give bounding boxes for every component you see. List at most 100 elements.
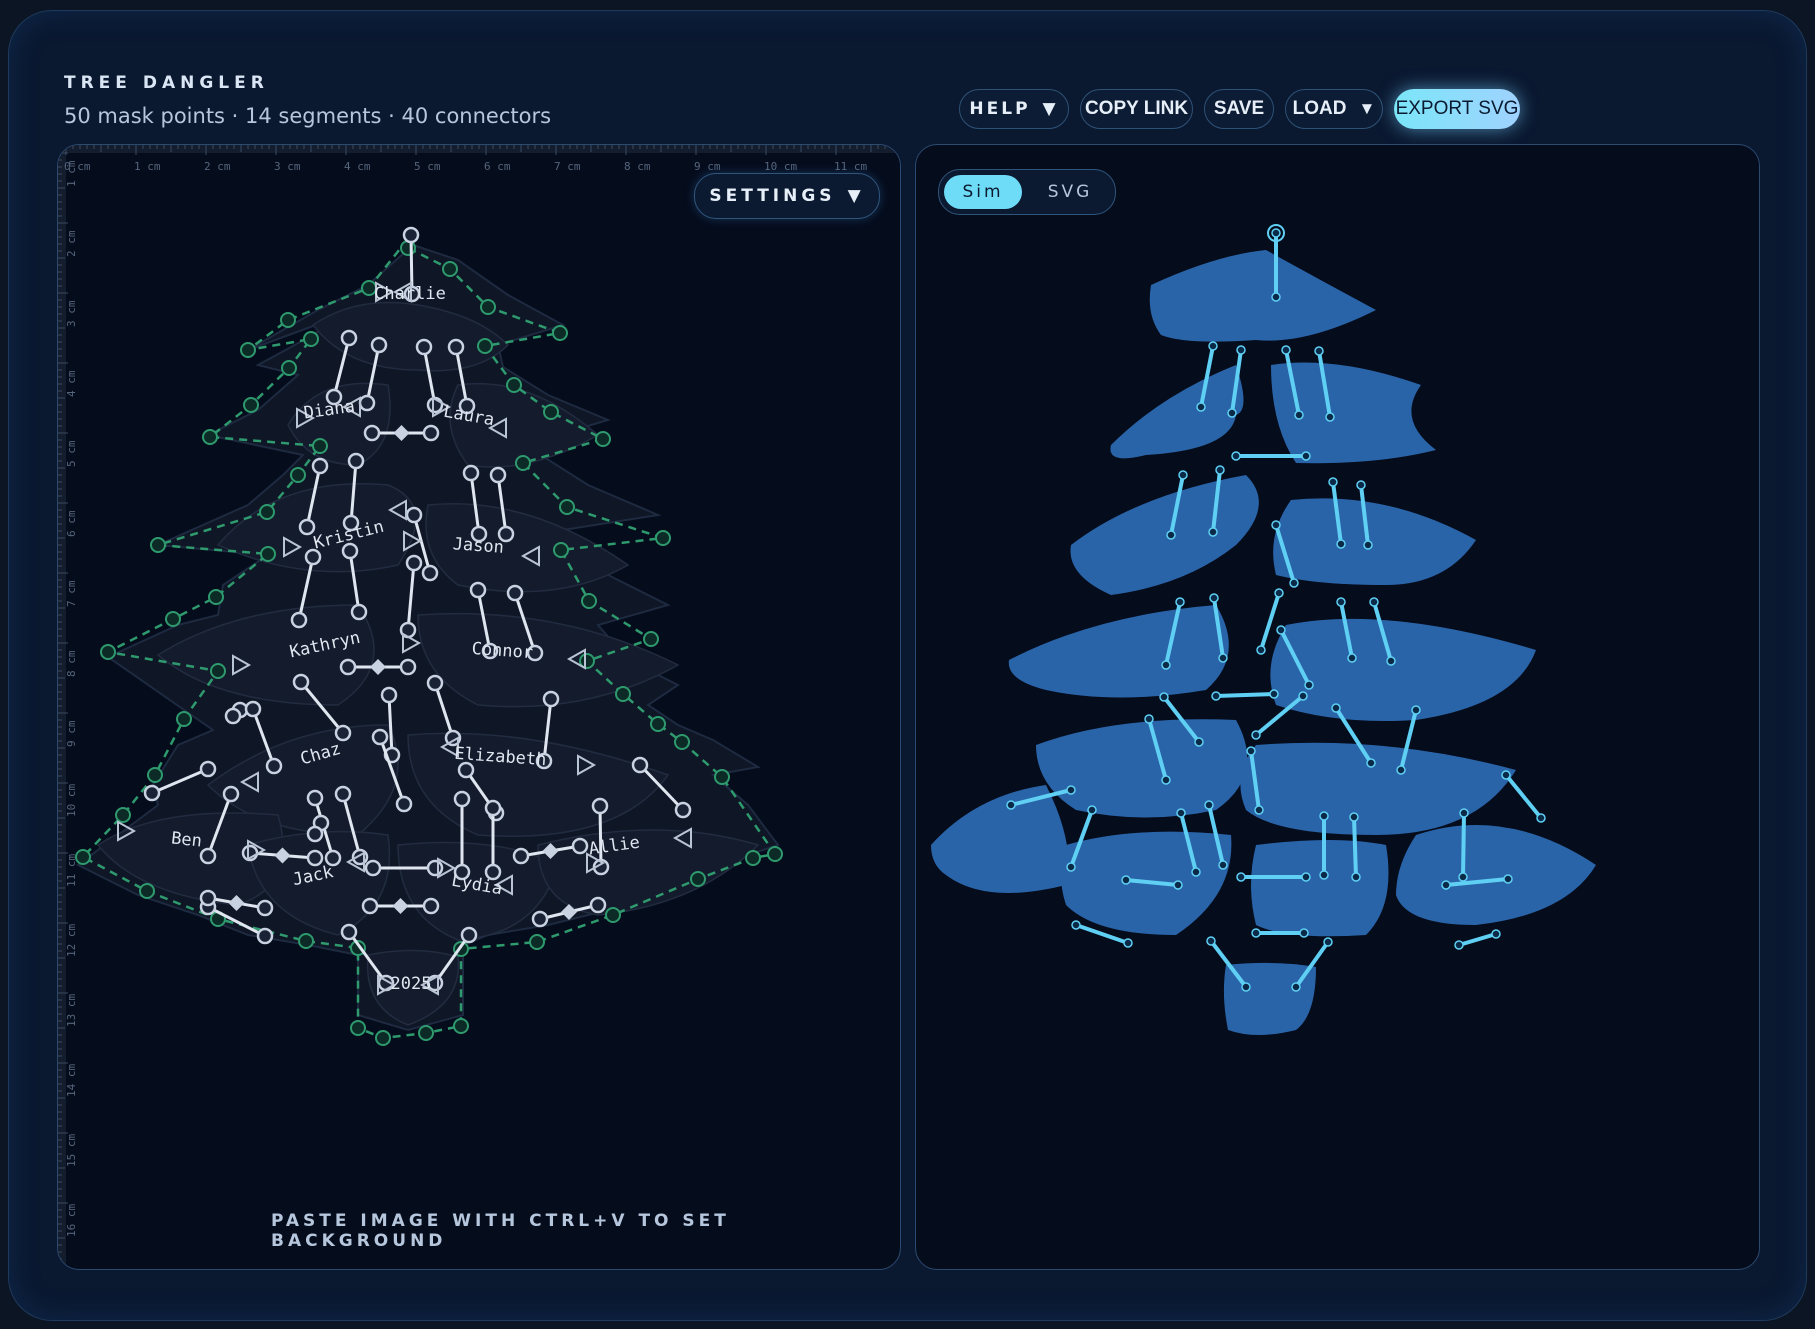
mask-point[interactable]	[767, 846, 783, 862]
mask-point[interactable]	[312, 438, 328, 454]
connector-endpoint[interactable]	[143, 784, 161, 802]
mask-point[interactable]	[375, 1030, 391, 1046]
tree-editor-drawing[interactable]: 0 cm 1 cm 2 cm 3 cm 4 cm 5 cm 6 cm 7 cm 8 cm 9 cm…	[58, 145, 900, 1269]
connector-endpoint[interactable]	[199, 889, 217, 907]
connector-endpoint[interactable]	[256, 899, 274, 917]
connector-endpoint[interactable]	[371, 728, 389, 746]
mask-point[interactable]	[745, 850, 761, 866]
connector-endpoint[interactable]	[306, 789, 324, 807]
connector-endpoint[interactable]	[334, 724, 352, 742]
connector-endpoint[interactable]	[460, 926, 478, 944]
connector-endpoint[interactable]	[339, 658, 357, 676]
connector-endpoint[interactable]	[631, 756, 649, 774]
connector-endpoint[interactable]	[244, 700, 262, 718]
mask-point[interactable]	[442, 261, 458, 277]
mask-point[interactable]	[581, 593, 597, 609]
connector-endpoint[interactable]	[589, 896, 607, 914]
connector-endpoint[interactable]	[405, 506, 423, 524]
connector-endpoint[interactable]	[512, 847, 530, 865]
connector-endpoint[interactable]	[422, 897, 440, 915]
connector-endpoint[interactable]	[506, 584, 524, 602]
mask-point[interactable]	[506, 377, 522, 393]
connector-endpoint[interactable]	[199, 760, 217, 778]
mask-point[interactable]	[240, 342, 256, 358]
connector-endpoint[interactable]	[421, 564, 439, 582]
connector-endpoint[interactable]	[256, 927, 274, 945]
connector-endpoint[interactable]	[334, 785, 352, 803]
connector-endpoint[interactable]	[290, 611, 308, 629]
mask-point[interactable]	[176, 711, 192, 727]
mask-point[interactable]	[290, 467, 306, 483]
help-button[interactable]: HELP ▼	[959, 89, 1069, 129]
mask-point[interactable]	[202, 429, 218, 445]
connector-endpoint[interactable]	[469, 581, 487, 599]
view-toggle[interactable]: Sim SVG	[938, 169, 1116, 215]
connector-endpoint[interactable]	[364, 859, 382, 877]
connector-endpoint[interactable]	[591, 797, 609, 815]
connector-endpoint[interactable]	[340, 329, 358, 347]
connector-endpoint[interactable]	[453, 790, 471, 808]
connector-endpoint[interactable]	[311, 457, 329, 475]
connector-endpoint[interactable]	[571, 837, 589, 855]
settings-button[interactable]: SETTINGS ▼	[694, 173, 880, 219]
mask-point[interactable]	[515, 455, 531, 471]
mask-point[interactable]	[595, 431, 611, 447]
mask-point[interactable]	[115, 807, 131, 823]
mask-point[interactable]	[260, 546, 276, 562]
mask-point[interactable]	[259, 504, 275, 520]
connector-endpoint[interactable]	[484, 799, 502, 817]
mask-point[interactable]	[559, 499, 575, 515]
mask-point[interactable]	[150, 537, 166, 553]
connector-endpoint[interactable]	[457, 761, 475, 779]
load-button[interactable]: LOAD ▼	[1285, 89, 1383, 129]
connector-endpoint[interactable]	[422, 424, 440, 442]
mask-point[interactable]	[714, 769, 730, 785]
mask-point[interactable]	[210, 663, 226, 679]
connector-endpoint[interactable]	[489, 466, 507, 484]
mask-point[interactable]	[418, 1025, 434, 1041]
connector-endpoint[interactable]	[361, 897, 379, 915]
connector-endpoint[interactable]	[222, 785, 240, 803]
connector-endpoint[interactable]	[199, 847, 217, 865]
save-button[interactable]: SAVE	[1204, 89, 1274, 129]
mask-point[interactable]	[674, 734, 690, 750]
mask-point[interactable]	[605, 907, 621, 923]
mask-point[interactable]	[690, 871, 706, 887]
connector-endpoint[interactable]	[363, 424, 381, 442]
connector-endpoint[interactable]	[542, 690, 560, 708]
mask-point[interactable]	[655, 530, 671, 546]
mask-point[interactable]	[165, 611, 181, 627]
mask-point[interactable]	[350, 1020, 366, 1036]
connector-endpoint[interactable]	[306, 825, 324, 843]
connector-endpoint[interactable]	[298, 518, 316, 536]
mask-point[interactable]	[139, 883, 155, 899]
tab-sim[interactable]: Sim	[944, 175, 1022, 209]
connector-endpoint[interactable]	[350, 603, 368, 621]
mask-point[interactable]	[208, 589, 224, 605]
connector-endpoint[interactable]	[224, 707, 242, 725]
connector-endpoint[interactable]	[380, 686, 398, 704]
connector-endpoint[interactable]	[674, 801, 692, 819]
mask-point[interactable]	[243, 397, 259, 413]
editor-canvas[interactable]: 0 cm 1 cm 2 cm 3 cm 4 cm 5 cm 6 cm 7 cm 8 cm 9 cm…	[57, 144, 901, 1270]
mask-point[interactable]	[477, 338, 493, 354]
connector-endpoint[interactable]	[358, 394, 376, 412]
connector-endpoint[interactable]	[402, 226, 420, 244]
mask-point[interactable]	[75, 849, 91, 865]
connector-endpoint[interactable]	[399, 658, 417, 676]
connector-endpoint[interactable]	[292, 673, 310, 691]
connector-endpoint[interactable]	[347, 452, 365, 470]
mask-point[interactable]	[280, 312, 296, 328]
mask-point[interactable]	[480, 299, 496, 315]
tab-svg[interactable]: SVG	[1031, 175, 1109, 209]
mask-point[interactable]	[643, 631, 659, 647]
mask-point[interactable]	[543, 404, 559, 420]
connector-endpoint[interactable]	[531, 910, 549, 928]
connector-endpoint[interactable]	[395, 795, 413, 813]
connector-endpoint[interactable]	[306, 849, 324, 867]
connector-endpoint[interactable]	[447, 338, 465, 356]
copy-link-button[interactable]: COPY LINK	[1080, 89, 1193, 129]
mask-point[interactable]	[453, 1018, 469, 1034]
mask-point[interactable]	[553, 542, 569, 558]
connector-endpoint[interactable]	[340, 923, 358, 941]
